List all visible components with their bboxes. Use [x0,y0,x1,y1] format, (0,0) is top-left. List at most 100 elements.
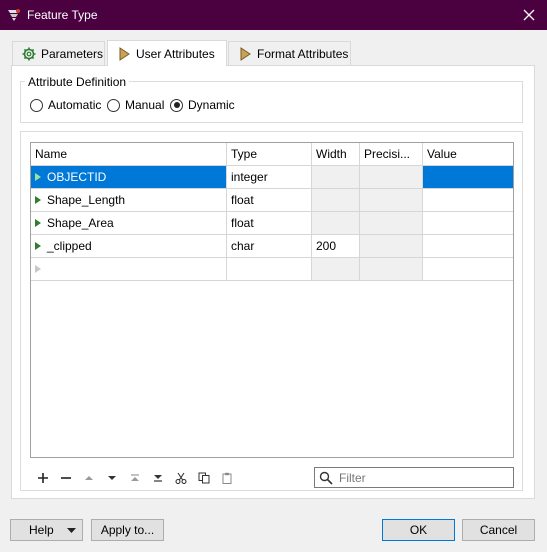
cell-type[interactable] [227,258,312,281]
cell-name-text: _clipped [47,239,92,253]
cell-precision[interactable] [360,166,423,189]
cell-width[interactable] [312,258,360,281]
remove-button[interactable] [58,470,74,486]
table-row[interactable]: _clipped char 200 [31,235,513,258]
help-button[interactable]: Help [10,519,83,541]
row-arrow-icon [35,242,41,250]
apply-to-label: Apply to... [100,523,155,537]
cell-value[interactable] [423,166,513,189]
add-icon [38,473,48,483]
add-button[interactable] [35,470,51,486]
copy-button[interactable] [196,470,212,486]
radio-label: Automatic [48,98,102,112]
cell-precision[interactable] [360,189,423,212]
column-header-precision[interactable]: Precisi... [360,143,423,166]
cut-button[interactable] [173,470,189,486]
radio-manual[interactable]: Manual [107,98,164,112]
cell-width[interactable] [312,166,360,189]
ok-button[interactable]: OK [382,519,455,541]
radio-circle-selected [170,98,183,112]
remove-icon [61,477,71,479]
move-up-icon [85,476,93,480]
table-header: Name Type Width Precisi... Value [31,143,513,166]
window-title: Feature Type [27,8,98,22]
cell-precision[interactable] [360,235,423,258]
column-header-name[interactable]: Name [31,143,227,166]
fme-app-icon [8,9,20,21]
radio-automatic[interactable]: Automatic [30,98,101,112]
tab-label: User Attributes [136,46,215,61]
move-down-button[interactable] [104,470,120,486]
attribute-arrow-icon [119,46,130,61]
row-arrow-icon [35,219,41,227]
move-bottom-icon [154,475,162,482]
copy-icon [198,472,210,484]
cell-type[interactable]: float [227,189,312,212]
tab-label: Format Attributes [257,46,349,61]
cell-value[interactable] [423,212,513,235]
cell-value[interactable] [423,258,513,281]
cell-width[interactable] [312,212,360,235]
gear-icon [22,47,36,60]
column-header-width[interactable]: Width [312,143,360,166]
table-row[interactable]: Shape_Area float [31,212,513,235]
tab-parameters[interactable]: Parameters [12,41,105,65]
cell-precision[interactable] [360,212,423,235]
column-header-value[interactable]: Value [423,143,513,166]
radio-label: Dynamic [188,98,235,112]
new-row-placeholder[interactable] [31,258,513,281]
close-icon [523,9,535,21]
attributes-table[interactable]: Name Type Width Precisi... Value OBJECTI… [30,142,514,458]
cell-value[interactable] [423,189,513,212]
row-arrow-icon [35,265,41,273]
cancel-button[interactable]: Cancel [462,519,535,541]
tab-user-attributes[interactable]: User Attributes [107,40,227,66]
cancel-label: Cancel [479,523,518,537]
column-header-type[interactable]: Type [227,143,312,166]
radio-label: Manual [125,98,165,112]
cut-icon [175,472,187,484]
help-button-label: Help [29,523,54,537]
cell-name[interactable]: _clipped [31,235,227,258]
cell-name-text: OBJECTID [47,170,107,184]
filter-input[interactable] [337,469,507,486]
tab-label: Parameters [41,46,104,61]
paste-icon [222,472,232,484]
cell-width[interactable] [312,189,360,212]
dropdown-arrow-icon [67,528,76,533]
move-down-icon [108,476,116,480]
move-up-button[interactable] [81,470,97,486]
search-icon [319,471,333,485]
move-bottom-button[interactable] [150,470,166,486]
ok-label: OK [409,523,428,537]
attribute-definition-legend: Attribute Definition [25,75,130,89]
close-button[interactable] [517,3,541,27]
cell-width[interactable]: 200 [312,235,360,258]
cell-name-text: Shape_Length [47,193,126,207]
radio-circle [30,98,43,112]
move-top-icon [131,474,139,481]
apply-to-button[interactable]: Apply to... [91,519,164,541]
cell-name-text: Shape_Area [47,216,114,230]
attribute-arrow-icon [240,46,251,61]
cell-value[interactable] [423,235,513,258]
table-row[interactable]: Shape_Length float [31,189,513,212]
cell-name[interactable]: Shape_Area [31,212,227,235]
paste-button[interactable] [219,470,235,486]
cell-type[interactable]: char [227,235,312,258]
tab-format-attributes[interactable]: Format Attributes [228,41,351,65]
move-top-button[interactable] [127,470,143,486]
cell-name[interactable] [31,258,227,281]
cell-name[interactable]: Shape_Length [31,189,227,212]
row-arrow-icon [35,173,41,181]
table-row[interactable]: OBJECTID integer [31,166,513,189]
title-bar: Feature Type [0,0,547,30]
row-arrow-icon [35,196,41,204]
cell-type[interactable]: integer [227,166,312,189]
cell-type[interactable]: float [227,212,312,235]
radio-dynamic[interactable]: Dynamic [170,98,235,112]
cell-precision[interactable] [360,258,423,281]
radio-circle [107,98,120,112]
filter-field[interactable] [314,467,514,488]
cell-name[interactable]: OBJECTID [31,166,227,189]
